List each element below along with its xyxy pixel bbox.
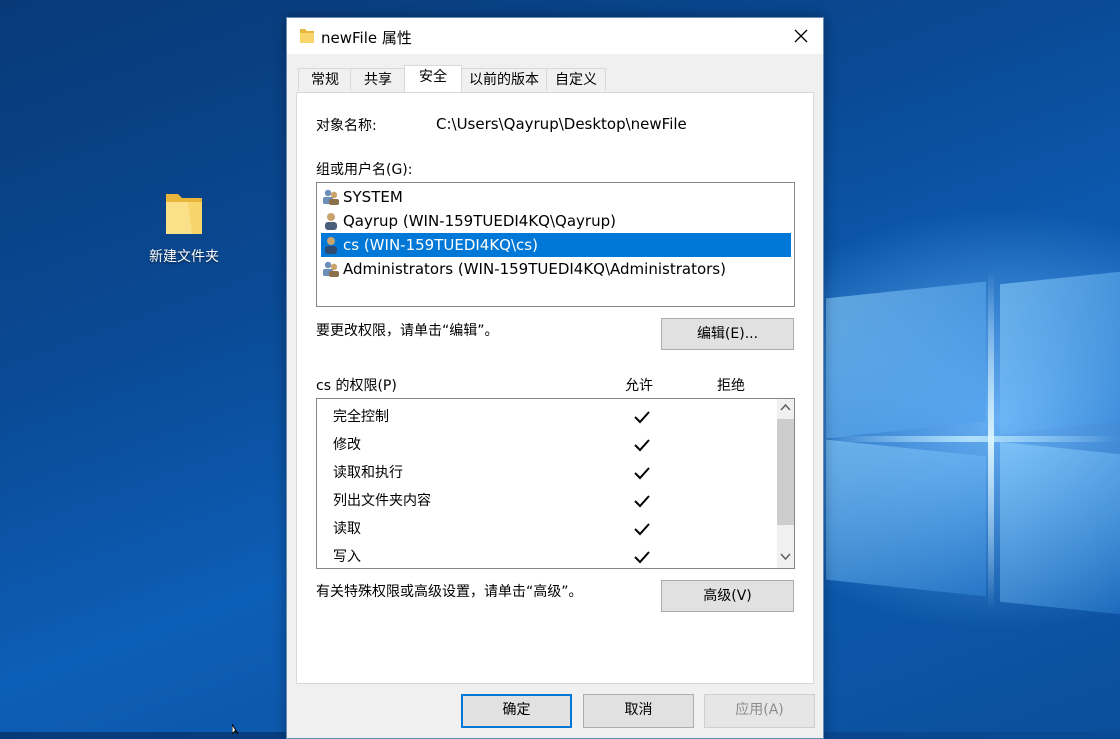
permission-row: 完全控制	[333, 403, 773, 431]
permission-row: 读取和执行	[333, 459, 773, 487]
ok-button[interactable]: 确定	[461, 694, 572, 728]
tab-security[interactable]: 安全	[404, 65, 462, 92]
scroll-down-icon[interactable]	[780, 553, 791, 561]
permissions-scrollbar[interactable]	[777, 399, 794, 568]
mouse-cursor-icon	[232, 724, 239, 734]
close-button[interactable]	[779, 18, 823, 54]
desktop-folder-item[interactable]: 新建文件夹	[138, 186, 230, 266]
desktop-folder-label: 新建文件夹	[149, 249, 219, 265]
tab-customize[interactable]: 自定义	[546, 68, 606, 91]
user-row-administrators[interactable]: Administrators (WIN-159TUEDI4KQ\Administ…	[321, 257, 791, 281]
tab-previous-versions[interactable]: 以前的版本	[460, 68, 548, 91]
tab-sharing[interactable]: 共享	[350, 68, 406, 91]
allow-header: 允许	[625, 378, 653, 394]
permissions-header: cs 的权限(P)	[316, 378, 397, 394]
advanced-button[interactable]: 高级(V)	[661, 580, 794, 612]
folder-icon	[166, 194, 202, 234]
check-icon	[634, 411, 650, 424]
object-name-value: C:\Users\Qayrup\Desktop\newFile	[436, 115, 687, 133]
object-name-label: 对象名称:	[316, 118, 377, 134]
apply-button[interactable]: 应用(A)	[704, 694, 815, 728]
security-panel: 对象名称: C:\Users\Qayrup\Desktop\newFile 组或…	[296, 92, 814, 684]
groups-label: 组或用户名(G):	[316, 162, 413, 178]
permission-row: 列出文件夹内容	[333, 487, 773, 515]
advanced-settings-text: 有关特殊权限或高级设置，请单击“高级”。	[316, 584, 583, 600]
user-row-cs[interactable]: cs (WIN-159TUEDI4KQ\cs)	[321, 233, 791, 257]
check-icon	[634, 551, 650, 564]
title-bar[interactable]: newFile 属性	[287, 18, 823, 54]
user-list[interactable]: SYSTEM Qayrup (WIN-159TUEDI4KQ\Qayrup) c…	[316, 182, 795, 307]
close-icon	[794, 29, 808, 43]
edit-button[interactable]: 编辑(E)...	[661, 318, 794, 350]
group-icon	[323, 261, 339, 277]
user-row-system[interactable]: SYSTEM	[321, 185, 791, 209]
check-icon	[634, 495, 650, 508]
dialog-title: newFile 属性	[321, 29, 412, 47]
permission-row: 读取	[333, 515, 773, 543]
permissions-list[interactable]: 完全控制 修改 读取和执行 列出文件夹内容 读取 写入	[316, 398, 795, 569]
folder-icon	[300, 29, 314, 43]
check-icon	[634, 523, 650, 536]
permission-row: 写入	[333, 543, 773, 568]
scroll-thumb[interactable]	[777, 419, 794, 525]
tab-general[interactable]: 常规	[298, 68, 352, 91]
cancel-button[interactable]: 取消	[583, 694, 694, 728]
user-icon	[325, 213, 337, 230]
check-icon	[634, 439, 650, 452]
properties-dialog: newFile 属性 常规 共享 安全 以前的版本 自定义 对象名称: C:\U…	[286, 17, 824, 739]
deny-header: 拒绝	[717, 378, 745, 394]
change-permissions-text: 要更改权限，请单击“编辑”。	[316, 323, 499, 339]
user-row-qayrup[interactable]: Qayrup (WIN-159TUEDI4KQ\Qayrup)	[321, 209, 791, 233]
scroll-up-icon[interactable]	[780, 403, 791, 411]
check-icon	[634, 467, 650, 480]
user-icon	[325, 237, 337, 254]
group-icon	[323, 189, 339, 205]
permission-row: 修改	[333, 431, 773, 459]
